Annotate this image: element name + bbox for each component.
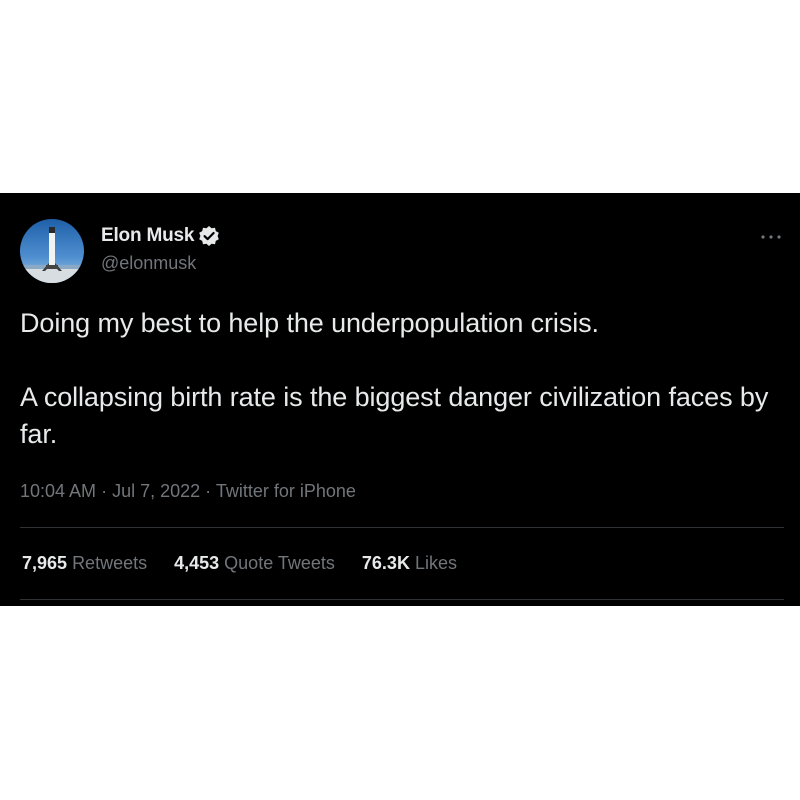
retweets-count: 7,965	[22, 553, 68, 573]
likes-label: Likes	[414, 553, 457, 573]
handle[interactable]: @elonmusk	[101, 253, 220, 274]
name-row: Elon Musk	[101, 224, 220, 248]
author-info: Elon Musk @elonmusk	[101, 224, 220, 274]
tweet-card: Elon Musk @elonmusk Doing my best to hel…	[0, 193, 800, 606]
quote-tweets-label: Quote Tweets	[224, 553, 335, 573]
tweet-source[interactable]: Twitter for iPhone	[216, 481, 356, 501]
avatar[interactable]	[20, 219, 84, 283]
divider	[20, 599, 784, 600]
retweets-label: Retweets	[72, 553, 148, 573]
avatar-image	[20, 219, 84, 283]
likes-stat[interactable]: 76.3K Likes	[362, 553, 457, 574]
meta-separator: ·	[96, 481, 113, 501]
page: Elon Musk @elonmusk Doing my best to hel…	[0, 0, 800, 800]
meta-separator: ·	[200, 481, 216, 501]
quote-tweets-stat[interactable]: 4,453 Quote Tweets	[174, 553, 335, 574]
likes-count: 76.3K	[361, 553, 410, 573]
tweet-date[interactable]: Jul 7, 2022	[112, 481, 200, 501]
tweet-time[interactable]: 10:04 AM	[20, 481, 96, 501]
tweet-paragraph-1: Doing my best to help the underpopulatio…	[20, 308, 599, 338]
tweet-paragraph-2: A collapsing birth rate is the biggest d…	[20, 382, 769, 449]
tweet-meta: 10:04 AM · Jul 7, 2022 · Twitter for iPh…	[20, 481, 356, 502]
retweets-stat[interactable]: 7,965 Retweets	[22, 553, 147, 574]
quote-tweets-count: 4,453	[174, 553, 220, 573]
tweet-stats: 7,965 Retweets 4,453 Quote Tweets 76.3K …	[22, 553, 484, 574]
more-options-icon[interactable]	[759, 229, 783, 239]
tweet-text: Doing my best to help the underpopulatio…	[20, 305, 790, 453]
verified-badge-icon	[198, 225, 220, 247]
display-name[interactable]: Elon Musk	[101, 225, 194, 247]
divider	[20, 527, 784, 528]
